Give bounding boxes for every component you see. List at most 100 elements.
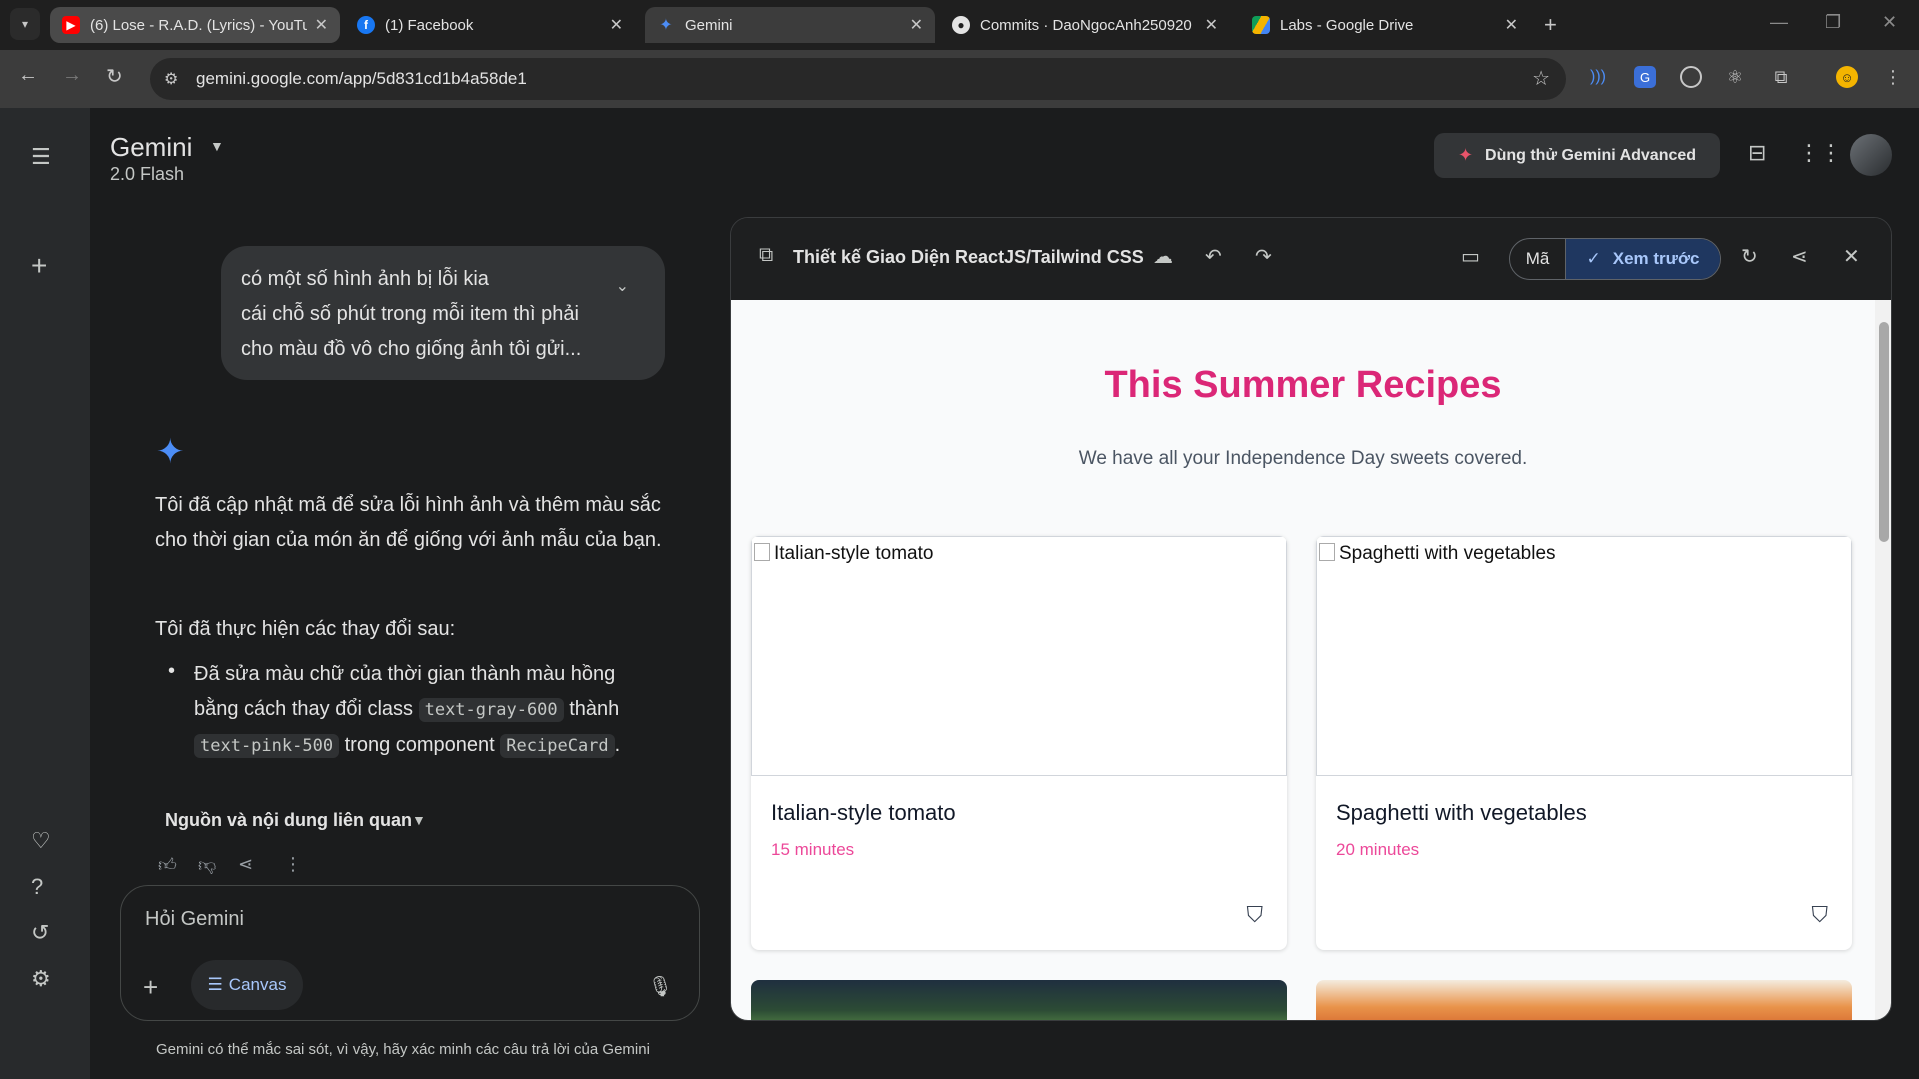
recipe-photo-salad <box>751 980 1287 1020</box>
microphone-icon[interactable]: 🎙︎ <box>648 974 673 999</box>
prompt-input[interactable]: Hỏi Gemini + ☰ Canvas 🎙︎ <box>120 885 700 1021</box>
tab-search-icon[interactable]: ▾ <box>10 8 40 40</box>
gemini-spark-icon: ✦ <box>156 433 185 471</box>
inline-code: text-pink-500 <box>194 734 340 758</box>
undo-icon[interactable]: ↶ <box>1205 244 1222 269</box>
sources-toggle[interactable]: Nguồn và nội dung liên quan <box>165 810 412 831</box>
recipe-name: Italian-style tomato <box>771 800 956 825</box>
bookmark-icon[interactable]: ⛉ <box>1811 902 1828 928</box>
share-icon[interactable]: ⋖ <box>238 854 253 875</box>
image-alt-text: Spaghetti with vegetables <box>1319 543 1556 565</box>
close-icon[interactable]: ✕ <box>910 15 923 35</box>
app-brand[interactable]: Gemini <box>110 132 192 163</box>
cloud-icon[interactable]: ☁ <box>1153 244 1173 269</box>
extension-target-icon[interactable] <box>1680 66 1702 88</box>
model-label[interactable]: 2.0 Flash <box>110 164 184 185</box>
recipe-image-broken: Spaghetti with vegetables <box>1316 536 1852 776</box>
recipe-card[interactable]: Spaghetti with vegetables Spaghetti with… <box>1316 536 1852 950</box>
tab-google-drive[interactable]: Labs - Google Drive ✕ <box>1240 7 1530 43</box>
profile-icon[interactable]: ☺ <box>1836 66 1858 88</box>
thumbs-up-icon[interactable]: 👍︎ <box>158 854 177 876</box>
recipe-name: Spaghetti with vegetables <box>1336 800 1587 825</box>
inline-code: text-gray-600 <box>418 698 564 722</box>
reload-icon[interactable]: ↻ <box>106 64 123 89</box>
extension-audio-icon[interactable]: ))) <box>1587 66 1609 88</box>
tab-title: Commits · DaoNgocAnh250920 <box>980 16 1192 34</box>
canvas-header: ⧉ Thiết kế Giao Diện ReactJS/Tailwind CS… <box>731 218 1891 300</box>
disclaimer-text: Gemini có thể mắc sai sót, vì vậy, hãy x… <box>156 1041 650 1058</box>
share-icon[interactable]: ⋖ <box>1791 244 1808 269</box>
new-tab-icon[interactable]: + <box>1544 12 1557 38</box>
code-tab[interactable]: Mã <box>1510 239 1566 279</box>
archive-icon[interactable]: ⊟ <box>1748 140 1766 166</box>
inline-code: RecipeCard <box>500 734 615 758</box>
new-chat-icon[interactable]: + <box>31 250 47 282</box>
google-drive-icon <box>1252 16 1270 34</box>
browser-tab-strip: ▾ ▶ (6) Lose - R.A.D. (Lyrics) - YouTu ✕… <box>0 0 1919 50</box>
bookmark-icon[interactable]: ⛉ <box>1246 902 1263 928</box>
preview-tab-label: Xem trước <box>1612 249 1700 268</box>
canvas-title: Thiết kế Giao Diện ReactJS/Tailwind CSS <box>793 247 1144 267</box>
gemini-icon: ✦ <box>659 17 673 34</box>
add-attachment-icon[interactable]: + <box>143 972 158 1003</box>
tab-facebook[interactable]: f (1) Facebook ✕ <box>345 7 635 43</box>
browser-menu-icon[interactable]: ⋮ <box>1882 66 1904 88</box>
tab-github[interactable]: ● Commits · DaoNgocAnh250920 ✕ <box>940 7 1230 43</box>
redo-icon[interactable]: ↷ <box>1255 244 1272 269</box>
refresh-icon[interactable]: ↻ <box>1741 244 1758 269</box>
prompt-placeholder: Hỏi Gemini <box>145 908 244 930</box>
back-icon[interactable]: ← <box>18 64 38 87</box>
user-message-line: cho màu đồ vô cho giống ảnh tôi gửi... <box>241 338 582 360</box>
try-advanced-label: Dùng thử Gemini Advanced <box>1485 146 1697 164</box>
close-icon[interactable]: ✕ <box>1205 15 1218 35</box>
activity-icon[interactable]: ↺ <box>31 920 49 946</box>
window-close-icon[interactable]: ✕ <box>1882 12 1897 33</box>
site-info-icon[interactable]: ⚙ <box>164 69 178 89</box>
close-icon[interactable]: ✕ <box>610 15 623 35</box>
extension-translate-icon[interactable]: G <box>1634 66 1656 88</box>
close-icon[interactable]: ✕ <box>1843 244 1860 269</box>
browser-toolbar: ← → ↻ ⚙ gemini.google.com/app/5d831cd1b4… <box>0 50 1919 108</box>
scrollbar-thumb[interactable] <box>1879 322 1889 542</box>
chevron-down-icon[interactable]: ▼ <box>412 812 426 828</box>
apps-grid-icon[interactable]: ⋮⋮ <box>1798 140 1842 166</box>
tab-title: Gemini <box>685 16 733 34</box>
minimize-icon[interactable]: — <box>1770 12 1788 33</box>
gems-icon[interactable]: ♡ <box>31 828 51 854</box>
avatar[interactable] <box>1850 134 1892 176</box>
menu-icon[interactable]: ☰ <box>31 144 51 170</box>
tab-gemini[interactable]: ✦ Gemini ✕ <box>645 7 935 43</box>
extension-react-icon[interactable]: ⚛ <box>1724 66 1746 88</box>
bookmark-star-icon[interactable]: ☆ <box>1532 66 1550 91</box>
tab-youtube[interactable]: ▶ (6) Lose - R.A.D. (Lyrics) - YouTu ✕ <box>50 7 340 43</box>
help-icon[interactable]: ? <box>31 874 43 900</box>
preview-tab[interactable]: ✓ Xem trước <box>1566 239 1720 279</box>
recipe-card[interactable]: Italian-style tomato Italian-style tomat… <box>751 536 1287 950</box>
url-text: gemini.google.com/app/5d831cd1b4a58de1 <box>196 69 527 88</box>
address-bar[interactable]: ⚙ gemini.google.com/app/5d831cd1b4a58de1… <box>150 58 1566 100</box>
chevron-down-icon[interactable]: ▼ <box>210 138 224 154</box>
more-options-icon[interactable]: ⋮ <box>284 854 302 875</box>
page-title: This Summer Recipes <box>1104 364 1502 406</box>
tab-title: Labs - Google Drive <box>1280 16 1414 34</box>
youtube-icon: ▶ <box>62 16 80 34</box>
preview-scrollbar[interactable] <box>1875 300 1891 1020</box>
sparkle-icon: ✦ <box>1457 145 1474 165</box>
left-rail: ☰ + ♡ ? ↺ ⚙ <box>0 108 90 1079</box>
thumbs-down-icon[interactable]: 👎︎ <box>198 854 216 876</box>
recipe-time: 20 minutes <box>1336 840 1420 859</box>
response-bullet: Đã sửa màu chữ của thời gian thành màu h… <box>194 657 664 764</box>
expand-chevron-icon[interactable]: ⌄ <box>616 276 629 296</box>
close-icon[interactable]: ✕ <box>315 15 328 35</box>
restore-icon[interactable]: ❐ <box>1825 12 1841 33</box>
canvas-button[interactable]: ☰ Canvas <box>191 960 303 1010</box>
recipe-photo-pasta <box>1316 980 1852 1020</box>
response-paragraph: Tôi đã thực hiện các thay đổi sau: <box>155 618 456 640</box>
canvas-panel: ⧉ Thiết kế Giao Diện ReactJS/Tailwind CS… <box>730 217 1892 1021</box>
console-icon[interactable]: ▭ <box>1461 244 1480 269</box>
try-advanced-button[interactable]: ✦ Dùng thử Gemini Advanced <box>1434 133 1720 178</box>
settings-icon[interactable]: ⚙ <box>31 966 51 992</box>
close-icon[interactable]: ✕ <box>1505 15 1518 35</box>
extensions-puzzle-icon[interactable]: ⧉ <box>1770 66 1792 88</box>
forward-icon[interactable]: → <box>62 64 82 87</box>
